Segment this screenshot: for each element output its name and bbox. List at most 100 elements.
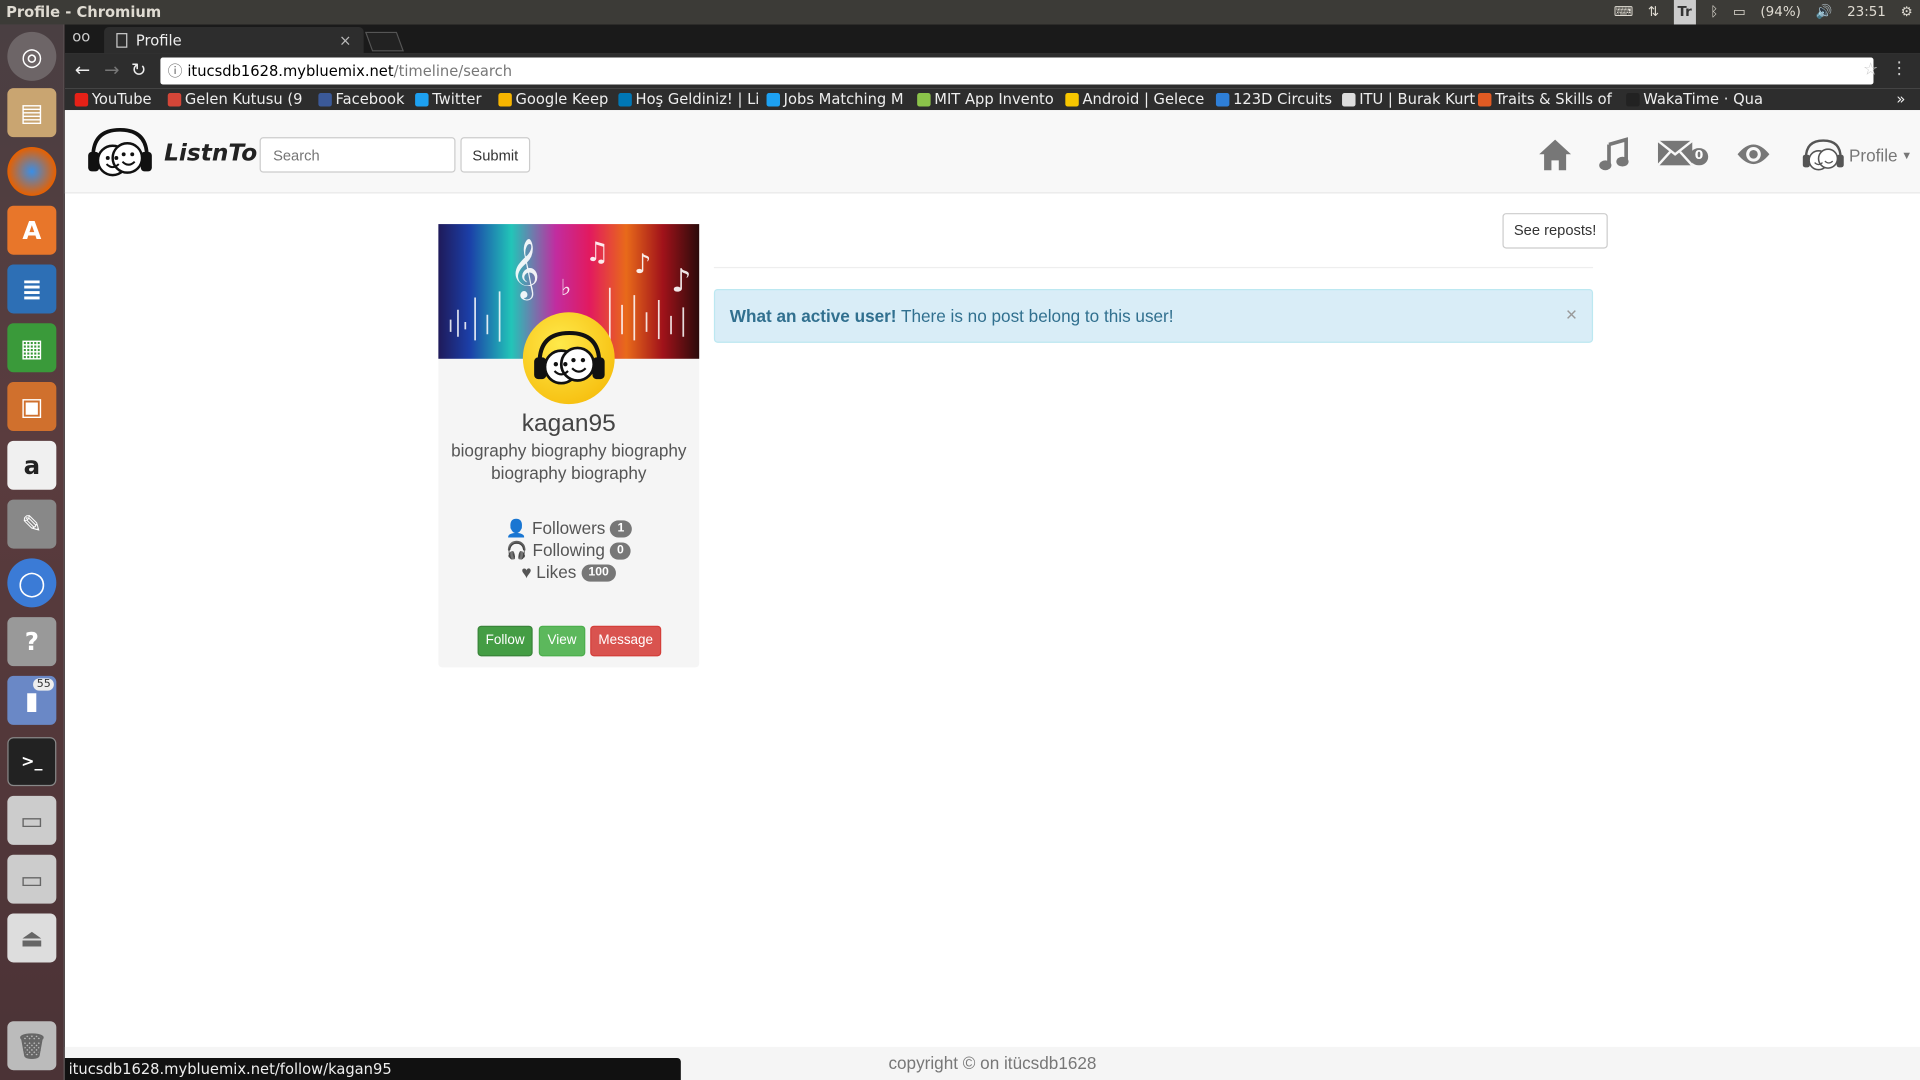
bookmark-label: Gelen Kutusu (9 [184,90,303,108]
settings-icon[interactable]: ✎ [7,499,57,549]
profile-dropdown[interactable]: Profile ▼ [1801,137,1912,174]
submit-button[interactable]: Submit [460,137,531,173]
network-icon[interactable]: ⇅ [1648,0,1659,24]
svg-text:♭: ♭ [561,276,571,301]
profile-avatar-icon [1802,139,1844,171]
followers-stat[interactable]: 👤 Followers 1 [438,517,699,539]
close-tab-icon[interactable]: × [339,27,351,54]
bookmark-item[interactable]: Gelen Kutusu (9 [167,88,303,110]
profile-menu-label: Profile [1848,145,1898,166]
svg-text:♫: ♫ [585,237,609,268]
language-indicator[interactable]: Tr [1673,0,1696,25]
usb-drive-icon[interactable]: ⏏ [7,913,57,963]
following-count: 0 [609,542,632,560]
clock[interactable]: 23:51 [1847,0,1886,24]
profile-avatar[interactable] [522,312,615,405]
url-host: itucsdb1628.mybluemix.net [187,62,394,80]
alert-strong: What an active user! [729,306,897,326]
home-icon[interactable] [1537,137,1574,171]
messages-link[interactable]: 0 [1657,139,1711,169]
bookmark-item[interactable]: Hoş Geldiniz! | Li [618,88,759,110]
tab-profile[interactable]: Profile × [104,26,364,54]
terminal-icon[interactable]: >_ [7,737,57,787]
drive-icon-2[interactable]: ▭ [7,854,57,904]
volume-icon[interactable]: 🔊 [1816,0,1833,24]
screen: Profile - Chromium ⌨ ⇅ Tr ᛒ ▭ (94%) 🔊 23… [0,0,1920,1080]
brand-logo-icon [88,127,152,177]
bluetooth-icon[interactable]: ᛒ [1710,0,1718,24]
divider [713,266,1594,269]
battery-icon[interactable]: ▭ [1733,0,1746,24]
bookmark-label: Facebook [335,90,405,108]
launcher: ◎ ▤ A ≣ ▦ ▣ a ✎ ◯ ? ▮ 55 >_ ▭ ▭ ⏏ 🗑 [0,24,65,1080]
system-top-bar: Profile - Chromium ⌨ ⇅ Tr ᛒ ▭ (94%) 🔊 23… [0,0,1920,25]
status-bubble: itucsdb1628.mybluemix.net/follow/kagan95 [64,1057,681,1080]
files-icon[interactable]: ▤ [7,88,57,138]
bookmark-favicon-icon [766,92,781,106]
message-count-badge: 0 [1689,148,1709,166]
bookmark-item[interactable]: Traits & Skills of [1477,88,1612,110]
following-label: Following [532,540,605,560]
back-icon[interactable]: ← [75,59,90,81]
music-icon[interactable] [1598,137,1630,171]
heart-icon: ♥ [521,562,532,582]
follow-button[interactable]: Follow [477,625,533,657]
bookmark-favicon-icon [1065,92,1079,106]
following-stat[interactable]: 🎧 Following 0 [438,539,699,561]
bookmark-item[interactable]: WakaTime · Qua [1626,88,1763,110]
chromium-icon[interactable]: ◯ [7,558,57,608]
bookmark-item[interactable]: Jobs Matching M [766,88,904,110]
bookmark-label: Twitter [432,90,482,108]
amazon-icon[interactable]: a [7,440,57,490]
see-reposts-button[interactable]: See reposts! [1502,213,1608,249]
brand-name: ListnTo [164,139,258,167]
message-button[interactable]: Message [590,625,662,657]
headphones-icon: 🎧 [506,540,528,560]
bookmark-favicon-icon [1477,92,1492,106]
gear-icon[interactable]: ⚙ [1901,0,1913,24]
followers-count: 1 [610,520,632,538]
more-bookmarks-icon[interactable]: » [1896,88,1905,110]
firefox-icon[interactable] [7,146,57,196]
bookmark-label: YouTube [91,90,152,108]
brand[interactable]: ListnTo [86,125,258,181]
alert-text: There is no post belong to this user! [896,306,1174,326]
bookmark-item[interactable]: Facebook [318,88,405,110]
impress-icon[interactable]: ▣ [7,382,57,432]
software-center-icon[interactable]: A [7,205,57,255]
bookmark-item[interactable]: 123D Circuits [1215,88,1332,110]
bookmark-item[interactable]: Twitter [415,88,481,110]
address-bar[interactable]: ⓘ itucsdb1628.mybluemix.net/timeline/sea… [160,57,1874,85]
search-input[interactable] [259,137,456,173]
help-icon[interactable]: ? [7,617,57,667]
forward-icon[interactable]: → [104,59,119,81]
eye-icon[interactable] [1736,142,1770,166]
ubuntu-logo-icon[interactable]: ◎ [7,31,57,81]
bookmark-item[interactable]: MIT App Invento [917,88,1054,110]
bookmark-favicon-icon [1215,92,1230,106]
reload-icon[interactable]: ↻ [131,59,146,81]
close-icon[interactable]: × [1566,290,1577,341]
bookmark-item[interactable]: Google Keep [498,88,608,110]
bookmark-label: Google Keep [515,90,609,108]
info-icon[interactable]: ⓘ [168,58,183,85]
drive-icon[interactable]: ▭ [7,795,57,845]
web-page: ListnTo Submit 0 Profile ▼ [64,110,1920,1080]
bookmark-favicon-icon [1342,92,1356,106]
bookmark-item[interactable]: ITU | Burak Kurt [1342,88,1475,110]
caret-down-icon: ▼ [1901,149,1913,162]
view-button[interactable]: View [538,625,586,657]
bookmark-item[interactable]: YouTube [74,88,152,110]
likes-stat[interactable]: ♥ Likes 100 [438,561,699,583]
bookmark-star-icon[interactable]: ☆ [1863,60,1878,80]
calc-icon[interactable]: ▦ [7,323,57,373]
window-title: Profile - Chromium [6,3,162,21]
trash-icon[interactable]: 🗑 [7,1021,57,1071]
writer-icon[interactable]: ≣ [7,264,57,314]
keyboard-icon[interactable]: ⌨ [1614,0,1633,24]
bookmark-label: Jobs Matching M [783,90,904,108]
new-tab-button[interactable] [365,31,404,52]
battery-percent[interactable]: (94%) [1760,0,1800,24]
bookmark-item[interactable]: Android | Gelece [1065,88,1204,110]
menu-icon[interactable]: ⋮ [1891,59,1908,79]
